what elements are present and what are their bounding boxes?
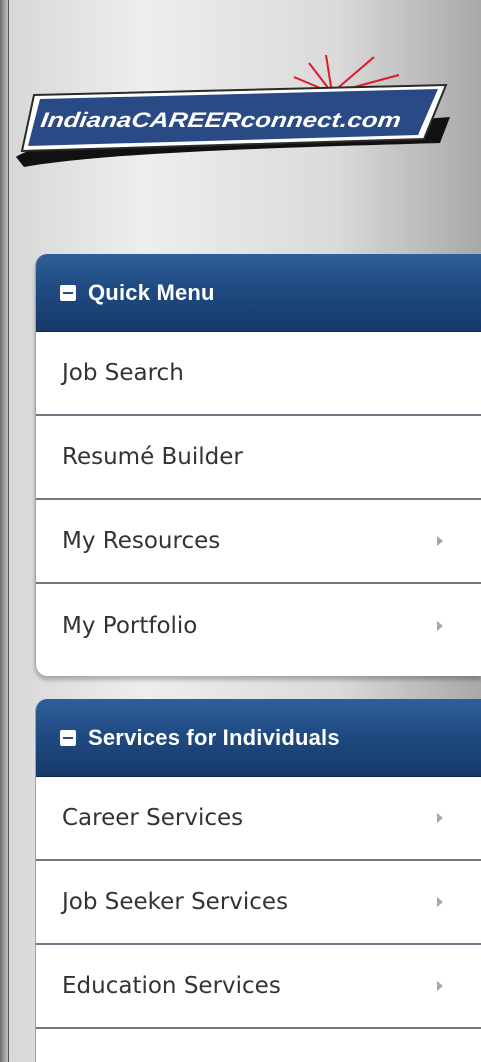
collapse-square-icon[interactable] [60,284,76,301]
menu-item-my-resources[interactable]: My Resources [36,500,481,584]
menu-item-job-seeker-services[interactable]: Job Seeker Services [36,861,481,945]
quick-menu-title: Quick Menu [88,279,215,305]
quick-menu-header[interactable]: Quick Menu [36,254,481,332]
menu-item-label: Job Seeker Services [62,889,289,915]
services-menu-title: Services for Individuals [88,724,340,750]
chevron-right-icon [437,813,443,823]
chevron-right-icon [437,981,443,991]
menu-item-label: Job Search [62,360,184,386]
collapse-square-icon[interactable] [60,729,76,746]
menu-item-career-services[interactable]: Career Services [36,777,481,861]
chevron-right-icon [437,897,443,907]
menu-item-label: Resumé Builder [62,444,243,470]
menu-item-label: Career Services [62,805,244,831]
quick-menu-panel: Quick Menu Job Search Resumé Builder My … [35,254,481,676]
services-menu-header[interactable]: Services for Individuals [36,699,481,777]
menu-item-label: Education Services [62,973,281,999]
chevron-right-icon [437,621,443,631]
site-logo[interactable]: IndianaCAREERconnect.com [14,55,454,175]
menu-item-education-services[interactable]: Education Services [36,945,481,1029]
services-menu-panel: Services for Individuals Career Services… [35,699,481,1062]
left-border [0,0,9,1062]
menu-item-my-portfolio[interactable]: My Portfolio [36,584,481,668]
menu-item-resume-builder[interactable]: Resumé Builder [36,416,481,500]
menu-item-label: My Resources [62,528,221,554]
chevron-right-icon [437,536,443,546]
logo-text: IndianaCAREERconnect.com [39,109,402,132]
menu-item-job-search[interactable]: Job Search [36,332,481,416]
menu-item-label: My Portfolio [62,613,198,639]
logo-graphic: IndianaCAREERconnect.com [16,55,450,167]
